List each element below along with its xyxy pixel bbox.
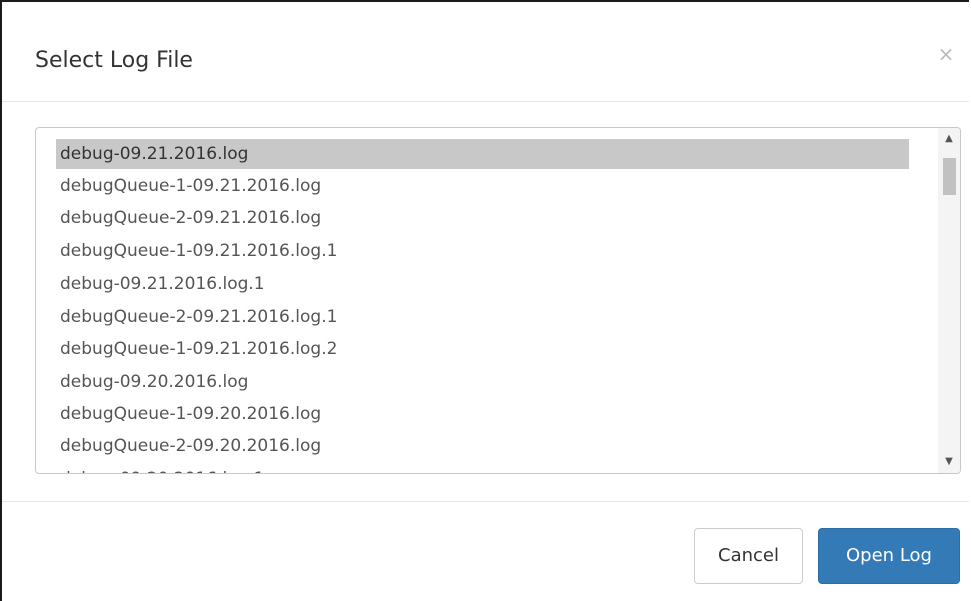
log-file-listbox[interactable]: debug-09.21.2016.log debugQueue-1-09.21.… [35, 127, 961, 474]
log-file-item[interactable]: debugQueue-1-09.21.2016.log.1 [56, 236, 909, 266]
close-icon[interactable]: × [936, 42, 956, 66]
log-file-list: debug-09.21.2016.log debugQueue-1-09.21.… [36, 128, 938, 473]
dialog-body: debug-09.21.2016.log debugQueue-1-09.21.… [2, 102, 969, 502]
scroll-down-arrow-icon[interactable]: ▼ [938, 453, 960, 471]
log-file-item[interactable]: debugQueue-2-09.20.2016.log [56, 431, 909, 461]
dialog-footer: Cancel Open Log [2, 502, 969, 601]
list-scrollbar[interactable]: ▲ ▼ [938, 128, 960, 473]
select-log-file-dialog: Select Log File × debug-09.21.2016.log d… [0, 0, 969, 601]
log-file-item[interactable]: debug-09.20.2016.log.1 [56, 464, 909, 473]
open-log-button[interactable]: Open Log [818, 528, 960, 584]
cancel-button[interactable]: Cancel [694, 528, 803, 584]
log-file-item[interactable]: debug-09.21.2016.log [56, 139, 909, 169]
scroll-thumb[interactable] [943, 158, 956, 195]
log-file-item[interactable]: debugQueue-2-09.21.2016.log.1 [56, 302, 909, 332]
dialog-title: Select Log File [35, 48, 193, 73]
log-file-item[interactable]: debugQueue-1-09.21.2016.log.2 [56, 334, 909, 364]
log-file-item[interactable]: debug-09.21.2016.log.1 [56, 269, 909, 299]
dialog-header: Select Log File × [2, 2, 969, 102]
log-file-item[interactable]: debugQueue-2-09.21.2016.log [56, 203, 909, 233]
log-file-item[interactable]: debugQueue-1-09.20.2016.log [56, 399, 909, 429]
log-file-item[interactable]: debug-09.20.2016.log [56, 367, 909, 397]
scroll-up-arrow-icon[interactable]: ▲ [938, 130, 960, 148]
log-file-item[interactable]: debugQueue-1-09.21.2016.log [56, 171, 909, 201]
